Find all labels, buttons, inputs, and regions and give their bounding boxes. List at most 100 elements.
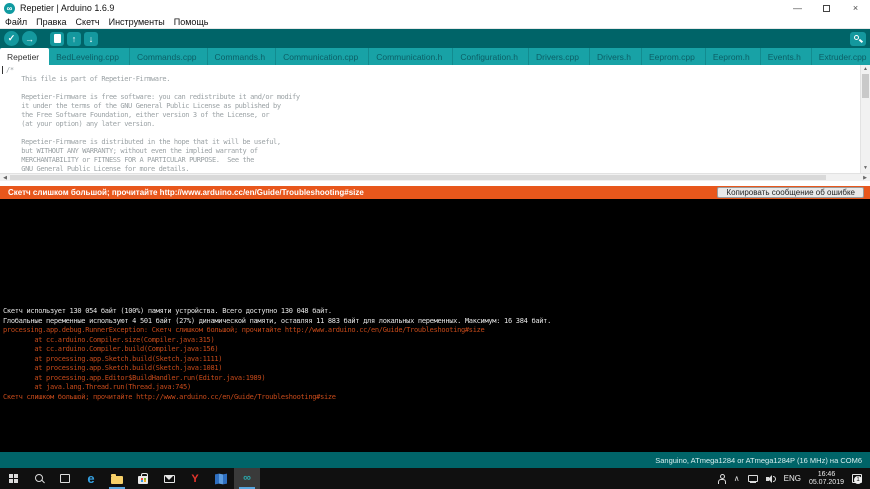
new-sketch-button[interactable] <box>50 31 64 46</box>
taskbar: e Y ∞ ∧ ENG 16:46 05.07.2019 1 <box>0 468 870 489</box>
code-line: GNU General Public License for more deta… <box>6 165 190 173</box>
taskbar-arduino[interactable]: ∞ <box>234 468 260 489</box>
title-bar: ∞ Repetier | Arduino 1.6.9 — × <box>0 0 870 16</box>
taskbar-file-explorer[interactable] <box>104 468 130 489</box>
editor-tab[interactable]: Extruder.cpp <box>812 48 870 65</box>
taskbar-store[interactable] <box>130 468 156 489</box>
arrow-right-icon: → <box>25 33 34 44</box>
console-line: at processing.app.Sketch.build(Sketch.ja… <box>3 354 223 363</box>
editor-tab[interactable]: BedLeveling.cpp <box>49 48 130 65</box>
volume-tray-button[interactable] <box>762 468 780 489</box>
code-line: /* <box>6 66 14 74</box>
console-line: Глобальные переменные используют 4 501 б… <box>3 316 552 325</box>
menu-bar: Файл Правка Скетч Инструменты Помощь <box>0 16 870 29</box>
action-center-button[interactable]: 1 <box>848 468 870 489</box>
scroll-left-icon[interactable]: ◀ <box>0 174 10 181</box>
tab-label: Communication.cpp <box>283 51 359 62</box>
taskbar-yandex-browser[interactable]: Y <box>182 468 208 489</box>
close-button[interactable]: × <box>841 0 870 16</box>
language-indicator[interactable]: ENG <box>780 468 805 489</box>
console-line: at cc.arduino.Compiler.size(Compiler.jav… <box>3 335 215 344</box>
taskbar-edge[interactable]: e <box>78 468 104 489</box>
scroll-right-icon[interactable]: ▶ <box>860 174 870 181</box>
editor-tab[interactable]: Communication.h <box>369 48 454 65</box>
code-line: This file is part of Repetier-Firmware. <box>6 75 171 83</box>
horizontal-scrollbar[interactable]: ◀ ▶ <box>0 173 870 181</box>
maximize-button[interactable] <box>812 0 841 16</box>
tab-label: Commands.h <box>214 51 266 62</box>
console-line: Скетч использует 130 054 байт (100%) пам… <box>3 307 332 315</box>
yandex-icon: Y <box>191 472 199 485</box>
tab-label: Events.h <box>767 51 801 62</box>
editor-tab[interactable]: Configuration.h <box>453 48 530 65</box>
scrollbar-thumb[interactable] <box>862 74 869 98</box>
console-line: Скетч слишком большой; прочитайте http:/… <box>3 392 336 401</box>
speaker-icon <box>765 474 776 484</box>
tab-label: Commands.cpp <box>137 51 197 62</box>
tray-overflow-button[interactable]: ∧ <box>730 468 744 489</box>
editor-tab[interactable]: Eeprom.h <box>706 48 761 65</box>
magnifier-icon <box>854 34 859 40</box>
text-caret <box>2 66 3 74</box>
editor-tab[interactable]: Events.h <box>761 48 812 65</box>
tab-label: BedLeveling.cpp <box>56 51 119 62</box>
code-editor[interactable]: /* This file is part of Repetier-Firmwar… <box>0 65 860 173</box>
menu-item[interactable]: Инструменты <box>109 17 165 27</box>
error-message: Скетч слишком большой; прочитайте http:/… <box>8 188 364 197</box>
editor-tab[interactable]: Eeprom.cpp <box>642 48 706 65</box>
console-line: at processing.app.Editor$BuildHandler.ru… <box>3 373 266 382</box>
network-tray-button[interactable] <box>744 468 762 489</box>
console-line: at java.lang.Thread.run(Thread.java:745) <box>3 383 191 391</box>
copy-error-button[interactable]: Копировать сообщение об ошибке <box>717 187 864 198</box>
code-line: Repetier-Firmware is distributed in the … <box>6 138 281 146</box>
scroll-down-icon[interactable]: ▼ <box>861 164 870 173</box>
editor-tab[interactable]: Drivers.cpp <box>529 48 590 65</box>
save-sketch-button[interactable]: ↓ <box>84 31 98 46</box>
editor-tab[interactable]: Repetier <box>0 48 50 65</box>
envelope-icon <box>163 474 175 483</box>
taskbar-search-button[interactable] <box>26 468 52 489</box>
scrollbar-thumb[interactable] <box>10 175 826 180</box>
task-view-button[interactable] <box>52 468 78 489</box>
taskbar-maps[interactable] <box>208 468 234 489</box>
editor-tab[interactable]: Commands.cpp <box>130 48 208 65</box>
check-icon: ✓ <box>7 33 16 43</box>
tab-label: Eeprom.cpp <box>649 51 695 62</box>
editor-tab[interactable]: Commands.h <box>208 48 277 65</box>
editor-tab[interactable]: Communication.cpp <box>276 48 370 65</box>
menu-item[interactable]: Правка <box>36 17 66 27</box>
taskbar-mail[interactable] <box>156 468 182 489</box>
upload-button[interactable]: → <box>22 31 37 46</box>
verify-button[interactable]: ✓ <box>4 31 19 46</box>
editor-tab[interactable]: Drivers.h <box>590 48 643 65</box>
window-controls: — × <box>783 0 870 16</box>
start-button[interactable] <box>0 468 26 489</box>
board-port-info: Sanguino, ATmega1284 or ATmega1284P (16 … <box>655 455 862 465</box>
arrow-down-icon: ↓ <box>88 33 94 44</box>
minimize-button[interactable]: — <box>783 0 812 16</box>
status-bar: Sanguino, ATmega1284 or ATmega1284P (16 … <box>0 452 870 468</box>
open-sketch-button[interactable]: ↑ <box>67 31 81 46</box>
tab-label: Drivers.cpp <box>536 51 579 62</box>
console-line: at processing.app.Sketch.build(Sketch.ja… <box>3 364 223 372</box>
menu-item[interactable]: Скетч <box>76 17 100 27</box>
scroll-up-icon[interactable]: ▲ <box>861 65 870 74</box>
person-icon <box>717 474 726 484</box>
windows-logo-icon <box>8 474 18 483</box>
editor-area: /* This file is part of Repetier-Firmwar… <box>0 65 870 173</box>
menu-item[interactable]: Помощь <box>174 17 209 27</box>
code-line: the Free Software Foundation, either ver… <box>6 111 270 119</box>
code-line: but WITHOUT ANY WARRANTY; without even t… <box>6 147 258 155</box>
console-line: at cc.arduino.Compiler.build(Compiler.ja… <box>3 345 219 353</box>
menu-item[interactable]: Файл <box>5 17 27 27</box>
code-line: MERCHANTABILITY or FITNESS FOR A PARTICU… <box>6 156 254 164</box>
serial-monitor-button[interactable] <box>850 31 866 46</box>
code-line: Repetier-Firmware is free software: you … <box>6 93 300 101</box>
maximize-icon <box>823 4 830 12</box>
vertical-scrollbar[interactable]: ▲ ▼ <box>860 65 870 173</box>
folder-icon <box>111 473 123 484</box>
people-tray-button[interactable] <box>713 468 730 489</box>
clock[interactable]: 16:46 05.07.2019 <box>805 468 848 489</box>
